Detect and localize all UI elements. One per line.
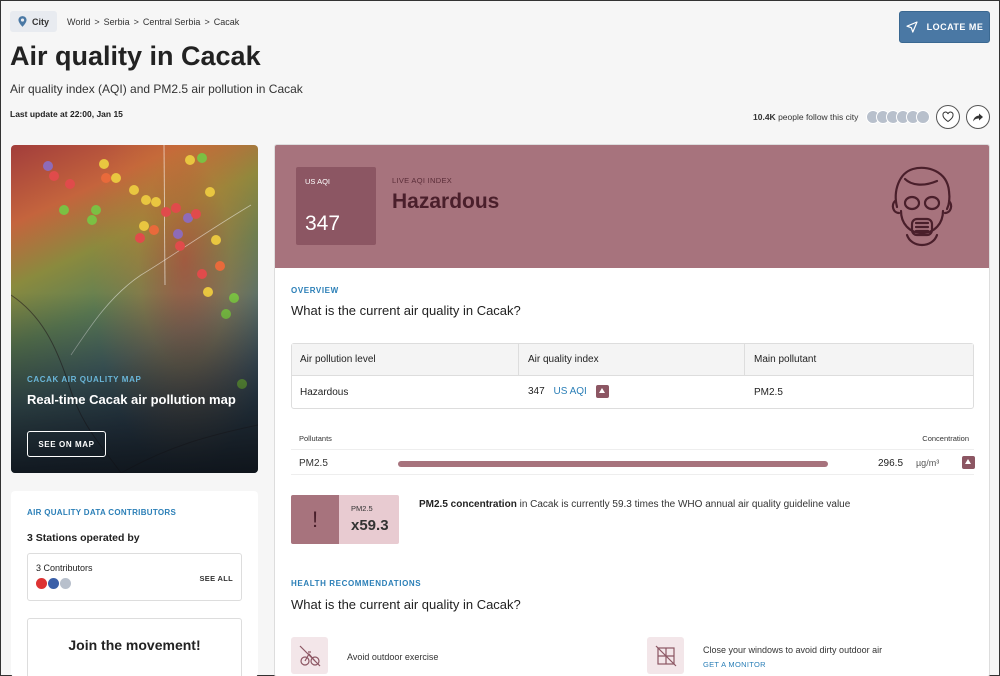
- follow-button[interactable]: [936, 105, 961, 129]
- city-chip[interactable]: City: [10, 11, 58, 32]
- aqi-cell-unit[interactable]: US AQI: [553, 386, 586, 397]
- pollution-level-value: Hazardous: [300, 387, 349, 398]
- pollutant-row[interactable]: PM2.5 296.5 µg/m³: [291, 449, 975, 475]
- breadcrumb-separator: >: [204, 16, 210, 27]
- join-movement-box[interactable]: Join the movement!: [27, 618, 242, 676]
- gas-mask-face-icon: [891, 166, 953, 247]
- trend-up-icon: [962, 456, 975, 469]
- city-chip-label: City: [32, 16, 50, 27]
- breadcrumb-row: City World > Serbia > Central Serbia > C…: [10, 11, 239, 32]
- ratio-text-bold: PM2.5 concentration: [419, 499, 517, 510]
- pollutants-header: Pollutants: [299, 434, 332, 443]
- overview-eyebrow: OVERVIEW: [291, 286, 339, 295]
- avatar: [916, 110, 931, 124]
- live-aqi-label: LIVE AQI INDEX: [392, 176, 453, 185]
- air-quality-map-card[interactable]: CACAK AIR QUALITY MAP Real-time Cacak ai…: [11, 145, 258, 473]
- pollutant-unit: µg/m³: [916, 458, 940, 468]
- health-question: What is the current air quality in Cacak…: [291, 597, 521, 612]
- contributors-eyebrow: AIR QUALITY DATA CONTRIBUTORS: [27, 508, 177, 517]
- followers-label: people follow this city: [778, 112, 859, 122]
- contributors-box[interactable]: 3 Contributors SEE ALL: [27, 553, 242, 601]
- column-divider: [744, 344, 745, 376]
- ratio-value: x59.3: [351, 517, 389, 534]
- map-title: Real-time Cacak air pollution map: [27, 392, 236, 407]
- breadcrumb: World > Serbia > Central Serbia > Cacak: [67, 17, 239, 27]
- trend-up-icon: [595, 385, 609, 398]
- map-eyebrow: CACAK AIR QUALITY MAP: [27, 375, 142, 384]
- concentration-header: Concentration: [922, 434, 969, 443]
- who-ratio-text: PM2.5 concentration in Cacak is currentl…: [419, 499, 850, 510]
- who-ratio-box: ! PM2.5 x59.3: [291, 495, 399, 544]
- table-header-main-pollutant: Main pollutant: [754, 354, 817, 365]
- table-header-pollution-level: Air pollution level: [300, 354, 376, 365]
- contributors-card: AIR QUALITY DATA CONTRIBUTORS 3 Stations…: [11, 491, 258, 676]
- table-header-aqi: Air quality index: [528, 354, 599, 365]
- follow-row: 10.4K people follow this city: [753, 105, 991, 129]
- breadcrumb-central-serbia[interactable]: Central Serbia: [143, 17, 201, 27]
- contributor-logo: [48, 578, 59, 589]
- followers-text: 10.4K people follow this city: [753, 112, 858, 122]
- aqi-summary-table: Air pollution level Air quality index Ma…: [291, 343, 974, 409]
- aqi-cell: 347 US AQI: [528, 385, 609, 398]
- last-update: Last update at 22:00, Jan 15: [10, 109, 123, 119]
- main-pollutant-value: PM2.5: [754, 387, 783, 398]
- pollutant-value: 296.5: [878, 458, 904, 469]
- aqi-cell-value: 347: [528, 386, 545, 398]
- locate-me-button[interactable]: LOCATE ME: [899, 11, 990, 43]
- share-arrow-icon: [973, 113, 984, 122]
- followers-count: 10.4K: [753, 112, 776, 122]
- join-movement-title: Join the movement!: [68, 637, 201, 653]
- breadcrumb-separator: >: [94, 16, 100, 27]
- no-exercise-icon: [291, 637, 328, 674]
- navigation-arrow-icon: [905, 21, 918, 33]
- share-button[interactable]: [966, 105, 991, 129]
- aqi-banner: US AQI 347 LIVE AQI INDEX Hazardous: [275, 145, 989, 268]
- exclamation-icon: !: [291, 495, 339, 544]
- health-eyebrow: HEALTH RECOMMENDATIONS: [291, 579, 422, 588]
- get-a-monitor-link[interactable]: GET A MONITOR: [703, 660, 766, 669]
- stations-operated-label: 3 Stations operated by: [27, 532, 140, 544]
- breadcrumb-cacak[interactable]: Cacak: [214, 17, 240, 27]
- aqi-value: 347: [305, 212, 341, 235]
- pollutant-bar: [398, 461, 828, 467]
- ratio-text-rest: in Cacak is currently 59.3 times the WHO…: [516, 499, 851, 510]
- recommendation-exercise: Avoid outdoor exercise: [347, 652, 439, 662]
- breadcrumb-separator: >: [133, 16, 139, 27]
- overview-question: What is the current air quality in Cacak…: [291, 303, 521, 318]
- contributor-logo: [36, 578, 47, 589]
- breadcrumb-world[interactable]: World: [67, 17, 90, 27]
- map-gradient-overlay: [11, 145, 258, 473]
- ratio-value-panel: PM2.5 x59.3: [339, 495, 399, 544]
- location-pin-icon: [18, 16, 27, 27]
- page-title: Air quality in Cacak: [10, 41, 261, 71]
- column-divider: [518, 344, 519, 376]
- table-header-row: Air pollution level Air quality index Ma…: [292, 344, 973, 376]
- ratio-label: PM2.5: [351, 504, 373, 513]
- locate-me-label: LOCATE ME: [926, 22, 984, 32]
- page-subtitle: Air quality index (AQI) and PM2.5 air po…: [10, 82, 303, 96]
- pollutant-name: PM2.5: [299, 458, 328, 469]
- contributor-logos: [36, 578, 71, 589]
- see-all-link[interactable]: SEE ALL: [200, 574, 234, 583]
- aqi-level: Hazardous: [392, 190, 500, 213]
- aqi-main-card: US AQI 347 LIVE AQI INDEX Hazardous OVER…: [274, 144, 990, 676]
- follower-avatars: [866, 110, 931, 124]
- aqi-box-label: US AQI: [305, 177, 331, 186]
- contributor-logo: [60, 578, 71, 589]
- heart-icon: [942, 111, 954, 123]
- recommendation-windows: Close your windows to avoid dirty outdoo…: [703, 645, 883, 655]
- closed-window-icon: [647, 637, 684, 674]
- aqi-value-box: US AQI 347: [296, 167, 376, 245]
- see-on-map-button[interactable]: SEE ON MAP: [27, 431, 106, 457]
- breadcrumb-serbia[interactable]: Serbia: [104, 17, 130, 27]
- contributors-count: 3 Contributors: [36, 563, 93, 573]
